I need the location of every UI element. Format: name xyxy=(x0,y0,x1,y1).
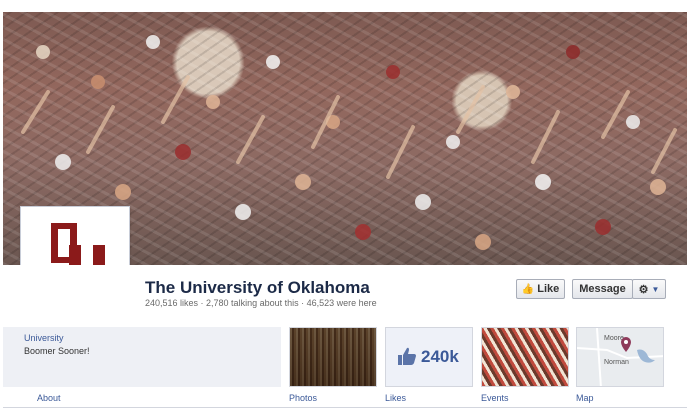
facebook-page: The University of Oklahoma 240,516 likes… xyxy=(0,0,690,420)
tab-events[interactable]: Events xyxy=(481,393,509,403)
thumbs-up-icon xyxy=(398,347,416,365)
map-tile[interactable]: Moore Norman xyxy=(576,327,664,387)
tab-likes[interactable]: Likes xyxy=(385,393,406,403)
events-tile[interactable] xyxy=(481,327,569,387)
likes-count: 240k xyxy=(421,347,459,366)
photos-tile[interactable] xyxy=(289,327,377,387)
about-category[interactable]: University xyxy=(24,333,64,343)
about-description: Boomer Sooner! xyxy=(24,346,90,356)
gear-icon: ⚙ xyxy=(638,283,649,296)
thumbs-up-icon: 👍 xyxy=(521,283,535,295)
page-stats: 240,516 likes · 2,780 talking about this… xyxy=(145,298,377,308)
like-button-label: Like xyxy=(537,283,560,295)
map-place-norman: Norman xyxy=(604,359,629,366)
settings-dropdown-button[interactable]: ⚙ ▼ xyxy=(632,279,666,299)
divider xyxy=(3,407,687,408)
page-title[interactable]: The University of Oklahoma xyxy=(145,278,370,298)
message-button[interactable]: Message xyxy=(572,279,633,299)
map-place-moore: Moore xyxy=(604,335,624,342)
tab-map[interactable]: Map xyxy=(576,393,594,403)
message-button-label: Message xyxy=(579,283,626,295)
like-button[interactable]: 👍 Like xyxy=(516,279,565,299)
chevron-down-icon: ▼ xyxy=(651,284,660,294)
tab-photos[interactable]: Photos xyxy=(289,393,317,403)
map-graphic: Moore Norman xyxy=(577,328,663,386)
tab-about[interactable]: About xyxy=(37,393,61,403)
